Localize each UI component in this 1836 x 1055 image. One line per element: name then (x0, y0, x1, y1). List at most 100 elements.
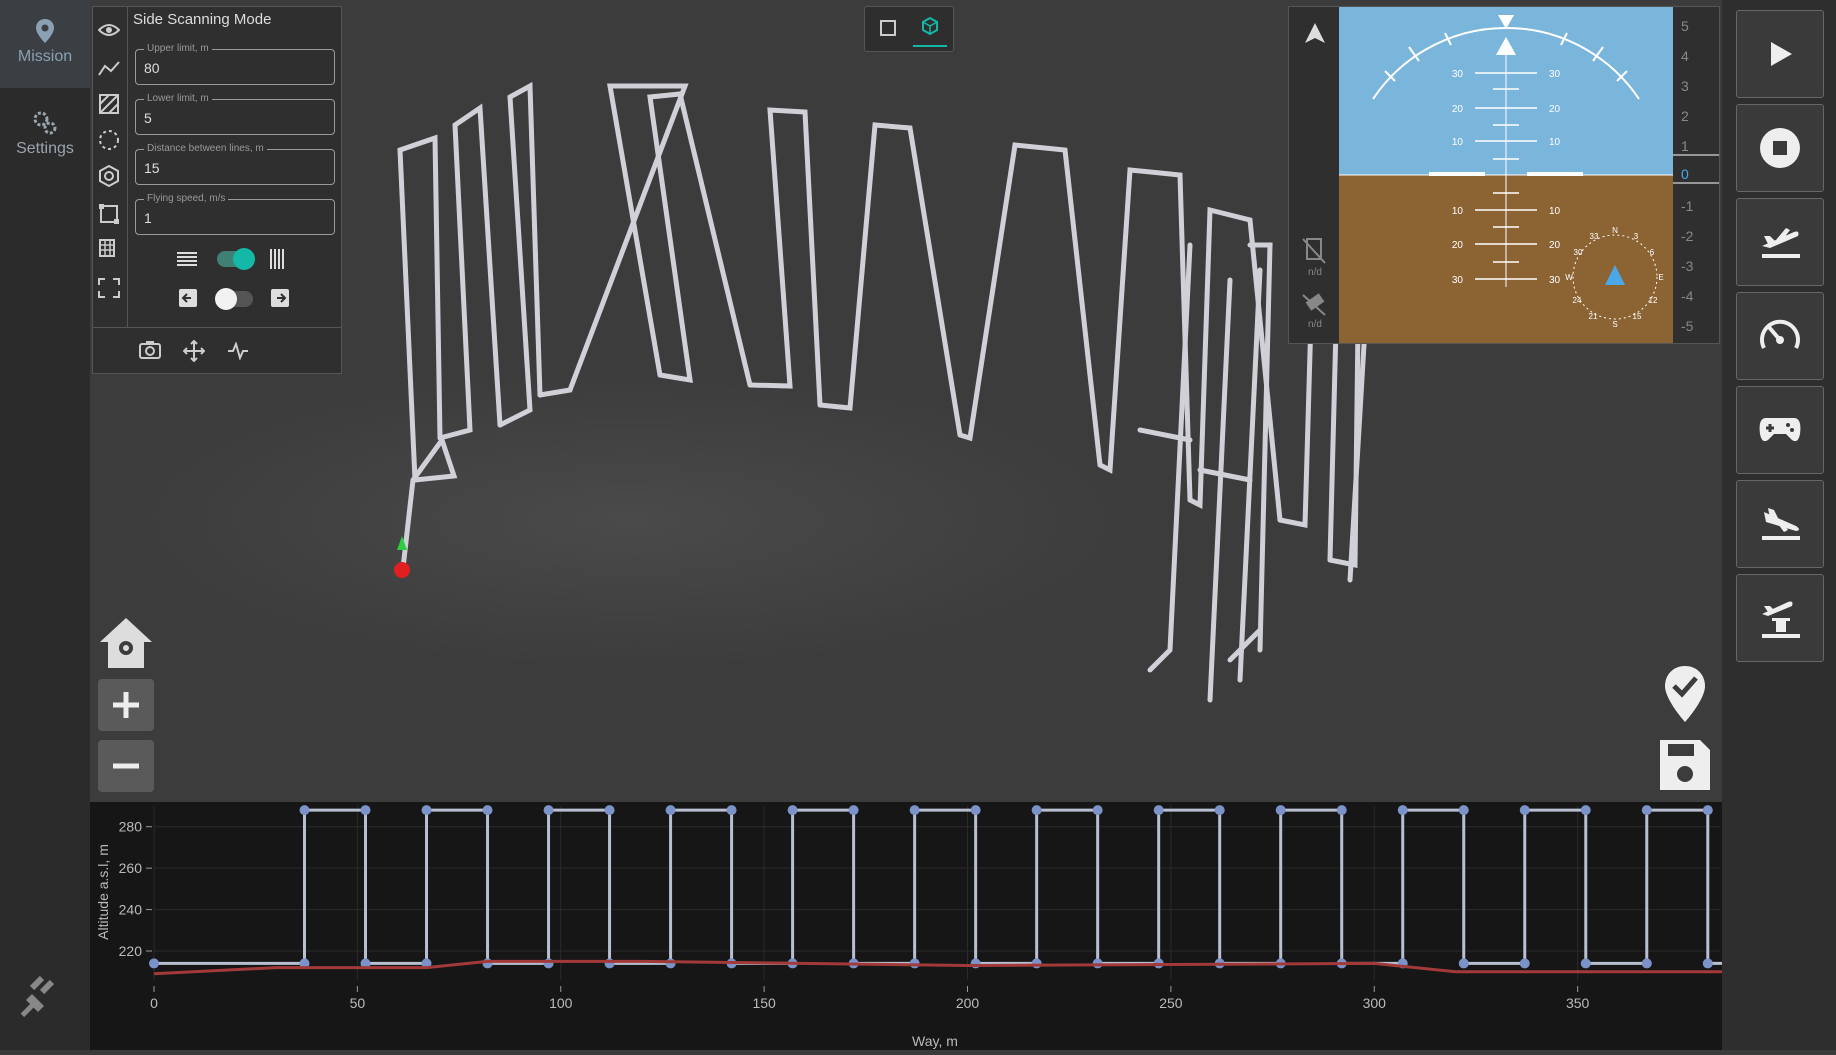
waypoint-marker (1031, 958, 1042, 969)
waypoint-marker (1580, 958, 1591, 969)
altitude-profile-chart[interactable]: 0 50 100 150 200 250 300 350 220 240 260 280 Way, m… (90, 802, 1734, 1050)
vscale-minus-1: -1 (1681, 198, 1694, 214)
compass-w: W (1565, 273, 1573, 282)
altitude-chart-svg: 0 50 100 150 200 250 300 350 220 240 260 280 Way, m… (95, 805, 1734, 1049)
lower-limit-field[interactable]: Lower limit, m 5 (135, 93, 335, 135)
zoom-out-button[interactable] (98, 740, 154, 792)
vscale-2: 2 (1681, 108, 1689, 124)
waypoint-marker (1336, 805, 1347, 816)
upper-limit-field[interactable]: Upper limit, m 80 (135, 43, 335, 85)
nav-settings[interactable]: Settings (0, 92, 90, 180)
compass-33: 33 (1590, 232, 1599, 241)
camera-settings-icon[interactable] (139, 340, 161, 365)
start-mission-button[interactable] (1736, 10, 1824, 98)
pulse-icon[interactable] (227, 341, 249, 365)
save-mission-button[interactable] (1658, 738, 1712, 797)
y-tick-label: 280 (119, 819, 143, 835)
panel-title: Side Scanning Mode (133, 11, 272, 28)
waypoint-marker (1214, 805, 1225, 816)
arrow-right-icon (271, 289, 289, 312)
stop-mission-button[interactable] (1736, 104, 1824, 192)
compass-e: E (1658, 273, 1663, 282)
north-arrow-icon[interactable] (1305, 23, 1325, 43)
waypoint-marker (482, 805, 493, 816)
circle-dots-icon[interactable] (98, 129, 120, 151)
flying-speed-value[interactable]: 1 (144, 210, 152, 226)
square-icon (880, 20, 896, 36)
area-hatch-icon[interactable] (98, 93, 120, 115)
upper-limit-value[interactable]: 80 (144, 60, 160, 76)
speed-control-button[interactable] (1736, 292, 1824, 380)
flight-instrument-panel: n/d n/d 30 30 20 20 10 10 10 10 20 20 30… (1288, 6, 1720, 344)
home-location-button[interactable] (98, 616, 154, 675)
horizontal-lines-icon (177, 251, 197, 272)
upper-limit-label: Upper limit, m (144, 43, 212, 54)
x-tick-label: 0 (150, 995, 158, 1011)
compass-30: 30 (1574, 248, 1583, 257)
left-nav: Mission Settings (0, 0, 91, 1050)
speedometer-icon (1760, 319, 1800, 349)
manual-control-button[interactable] (1736, 386, 1824, 474)
x-tick-label: 300 (1363, 995, 1387, 1011)
waypoint-marker (909, 805, 920, 816)
waypoint-marker (970, 805, 981, 816)
side-scanning-panel: Side Scanning Mode Upper limit, m 80 Low… (92, 6, 342, 374)
pitch-label-10-down: 10 (1452, 206, 1464, 217)
line-distance-value[interactable]: 15 (144, 160, 160, 176)
nav-mission[interactable]: Mission (0, 0, 90, 88)
drone-position-marker[interactable] (394, 562, 410, 578)
flying-speed-field[interactable]: Flying speed, m/s 1 (135, 193, 335, 235)
view-2d-button[interactable] (879, 19, 897, 42)
zoom-in-button[interactable] (98, 679, 154, 731)
vscale-0: 0 (1681, 166, 1689, 182)
view-3d-button[interactable] (913, 16, 947, 47)
pitch-label-20-down-r: 20 (1549, 240, 1561, 251)
connection-plug-icon[interactable] (18, 972, 64, 1023)
side-scan-icon[interactable] (98, 203, 120, 225)
view-mode-toggle (864, 6, 954, 52)
compass-15: 15 (1633, 312, 1642, 321)
takeoff-button[interactable] (1736, 198, 1824, 286)
return-home-button[interactable] (1736, 574, 1824, 662)
compass-24: 24 (1573, 296, 1582, 305)
waypoint-marker (149, 958, 159, 969)
confirm-mission-button[interactable] (1662, 664, 1708, 729)
save-icon (1660, 740, 1710, 790)
map-pin-icon (36, 19, 54, 43)
battery-icon (1302, 238, 1326, 264)
landing-icon (1762, 508, 1800, 540)
landing-button[interactable] (1736, 480, 1824, 568)
y-tick-label: 240 (119, 902, 143, 918)
return-to-base-icon (1762, 601, 1800, 638)
orientation-toggle-knob (233, 248, 255, 270)
check-pin-icon (1665, 666, 1705, 722)
object-scan-icon[interactable] (98, 165, 120, 187)
grid-map-icon[interactable] (98, 239, 120, 261)
x-tick-label: 100 (549, 995, 573, 1011)
orientation-toggle[interactable] (217, 248, 255, 270)
waypoint-marker (1153, 805, 1164, 816)
eye-icon[interactable] (98, 19, 120, 41)
pitch-label-10-up: 10 (1452, 137, 1464, 148)
waypoint-marker (360, 805, 371, 816)
move-icon[interactable] (182, 339, 206, 367)
polyline-icon[interactable] (98, 57, 120, 79)
play-icon (1771, 42, 1792, 66)
direction-toggle[interactable] (215, 288, 253, 310)
pitch-label-20-up: 20 (1452, 104, 1464, 115)
satellite-icon (1302, 293, 1326, 316)
altitude-series-line (154, 808, 1729, 965)
vscale-minus-2: -2 (1681, 228, 1694, 244)
waypoint-marker (1397, 805, 1408, 816)
nav-settings-label: Settings (16, 140, 74, 157)
fullscreen-icon[interactable] (98, 277, 120, 299)
line-distance-label: Distance between lines, m (144, 143, 267, 154)
right-toolbar (1722, 0, 1836, 1050)
line-distance-field[interactable]: Distance between lines, m 15 (135, 143, 335, 185)
stop-icon (1760, 128, 1800, 168)
vscale-minus-5: -5 (1681, 318, 1694, 334)
vscale-3: 3 (1681, 78, 1689, 94)
waypoint-marker (1031, 805, 1042, 816)
lower-limit-value[interactable]: 5 (144, 110, 152, 126)
gps-value: n/d (1308, 319, 1322, 330)
